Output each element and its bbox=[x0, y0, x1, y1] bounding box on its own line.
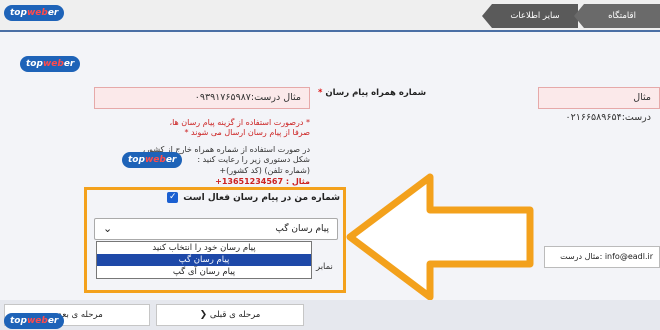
brand-logo: topweber bbox=[122, 152, 183, 168]
hint-red-2: صرفا از پیام رسان ارسال می شوند * bbox=[184, 128, 310, 137]
dropdown-option[interactable]: پیام رسان آی گپ bbox=[97, 266, 311, 278]
messenger-select[interactable]: پیام رسان گپ ⌄ bbox=[94, 218, 338, 240]
tab-accommodation[interactable]: اقامتگاه bbox=[584, 4, 660, 28]
dropdown-option[interactable]: پیام رسان خود را انتخاب کنید bbox=[97, 242, 311, 254]
brand-logo: topweber bbox=[4, 313, 65, 329]
prev-step-button[interactable]: مرحله ی قبلی ❮ bbox=[156, 304, 304, 326]
select-value: پیام رسان گپ bbox=[275, 224, 329, 234]
messenger-active-row[interactable]: شماره من در پیام رسان فعال است ✓ bbox=[140, 192, 340, 203]
tab-other-info[interactable]: سایر اطلاعات bbox=[492, 4, 578, 28]
courier-phone-input[interactable]: مثال درست:۰۹۳۹۱۷۶۵۹۸۷ bbox=[94, 87, 310, 109]
phone-input[interactable]: مثال درست:۰۲۱۶۶۵۸۹۶۵۴ bbox=[538, 87, 660, 123]
chevron-down-icon: ⌄ bbox=[103, 222, 113, 235]
top-bar: سایر اطلاعات اقامتگاه bbox=[0, 0, 660, 30]
tab-separator bbox=[574, 4, 584, 28]
chevron-right-icon: ❮ bbox=[199, 310, 208, 320]
brand-logo: topweber bbox=[4, 5, 65, 21]
tab-separator bbox=[482, 4, 492, 28]
checkbox-label: شماره من در پیام رسان فعال است bbox=[183, 192, 340, 203]
courier-field-label: شماره همراه پیام رسان * bbox=[318, 88, 427, 98]
dropdown-option-selected[interactable]: پیام رسان گپ bbox=[97, 254, 311, 266]
hint-red-1: * درصورت استفاده از گزینه پیام رسان ها، bbox=[169, 118, 310, 127]
email-input[interactable]: info@eadl.ir :مثال درست bbox=[544, 246, 660, 268]
messenger-active-checkbox[interactable]: ✓ bbox=[167, 192, 179, 203]
brand-logo: topweber bbox=[20, 56, 81, 72]
hint-example: مثال : 13651234567+ bbox=[215, 177, 310, 186]
fax-label: نمابر bbox=[316, 262, 333, 272]
messenger-dropdown: پیام رسان خود را انتخاب کنید پیام رسان گ… bbox=[96, 241, 312, 279]
pointer-arrow-icon bbox=[346, 173, 534, 301]
